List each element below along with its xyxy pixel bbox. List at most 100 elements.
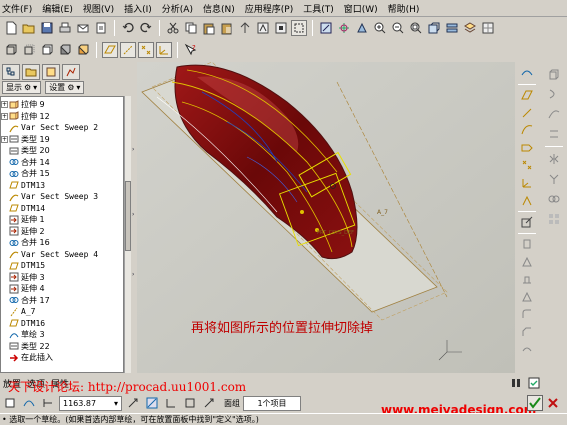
wireframe-icon[interactable] bbox=[3, 42, 19, 58]
menu-item[interactable]: 编辑(E) bbox=[38, 2, 79, 15]
solid-option-icon[interactable] bbox=[2, 395, 18, 411]
sketch-tool-icon[interactable] bbox=[518, 215, 536, 230]
depth-value-field[interactable]: 1163.87 ▾ bbox=[59, 395, 122, 411]
accept-check-icon[interactable] bbox=[527, 395, 543, 411]
tree-item[interactable]: 延伸 2 bbox=[1, 226, 123, 237]
trim-tool-icon[interactable] bbox=[518, 342, 536, 357]
shell-tool-icon[interactable] bbox=[518, 254, 536, 269]
merge-tool-icon[interactable] bbox=[545, 171, 563, 187]
flip-material-icon[interactable] bbox=[201, 395, 217, 411]
tree-item[interactable]: 合并 14 bbox=[1, 157, 123, 168]
trim-surface-icon[interactable] bbox=[182, 395, 198, 411]
tree-item[interactable]: Var Sect Sweep 2 bbox=[1, 122, 123, 133]
enhanced-shading-icon[interactable] bbox=[75, 42, 91, 58]
hidden-line-icon[interactable] bbox=[21, 42, 37, 58]
round-tool-icon[interactable] bbox=[518, 307, 536, 322]
pattern-tool-icon[interactable] bbox=[545, 211, 563, 227]
tree-item[interactable]: + 类型 19 bbox=[1, 134, 123, 145]
pause-icon[interactable] bbox=[508, 375, 524, 391]
favorites-tab[interactable] bbox=[42, 64, 60, 80]
tree-item[interactable]: 延伸 1 bbox=[1, 214, 123, 225]
tree-item[interactable]: 合并 15 bbox=[1, 168, 123, 179]
zoom-in-icon[interactable] bbox=[372, 20, 388, 36]
menu-item[interactable]: 应用程序(P) bbox=[241, 2, 299, 15]
tree-item[interactable]: + 拉伸 9 bbox=[1, 99, 123, 110]
tree-item[interactable]: 类型 20 bbox=[1, 145, 123, 156]
context-help-icon[interactable]: ? bbox=[183, 42, 199, 58]
intersect-tool-icon[interactable] bbox=[545, 191, 563, 207]
cancel-x-icon[interactable] bbox=[545, 395, 561, 411]
refit-icon[interactable] bbox=[408, 20, 424, 36]
tree-item[interactable]: 延伸 4 bbox=[1, 283, 123, 294]
menu-item[interactable]: 插入(I) bbox=[120, 2, 158, 15]
connections-tab[interactable] bbox=[62, 64, 80, 80]
regenerate-icon[interactable] bbox=[237, 20, 253, 36]
regen-manager-icon[interactable] bbox=[255, 20, 271, 36]
expand-icon[interactable]: + bbox=[1, 135, 8, 143]
tree-item[interactable]: 合并 16 bbox=[1, 237, 123, 248]
email-icon[interactable] bbox=[75, 20, 91, 36]
draft-tool-icon[interactable] bbox=[518, 290, 536, 305]
menu-item[interactable]: 分析(A) bbox=[158, 2, 199, 15]
tree-item[interactable]: DTM14 bbox=[1, 203, 123, 214]
depth-option-icon[interactable] bbox=[40, 395, 56, 411]
menu-item[interactable]: 文件(F) bbox=[0, 2, 38, 15]
menu-item[interactable]: 视图(V) bbox=[79, 2, 120, 15]
tree-item[interactable]: A_7 bbox=[1, 306, 123, 317]
extrude-tool-icon[interactable] bbox=[545, 66, 563, 82]
tree-item[interactable]: + 拉伸 12 bbox=[1, 111, 123, 122]
new-file-icon[interactable] bbox=[3, 20, 19, 36]
tree-item[interactable]: DTM15 bbox=[1, 260, 123, 271]
remove-material-icon[interactable] bbox=[144, 395, 160, 411]
no-hidden-icon[interactable] bbox=[39, 42, 55, 58]
zoom-out-icon[interactable] bbox=[390, 20, 406, 36]
tree-item[interactable]: 类型 22 bbox=[1, 341, 123, 352]
menu-item[interactable]: 信息(N) bbox=[199, 2, 241, 15]
undo-icon[interactable] bbox=[120, 20, 136, 36]
folder-browser-tab[interactable] bbox=[22, 64, 40, 80]
datum-planes-icon[interactable] bbox=[102, 42, 118, 58]
surface-option-icon[interactable] bbox=[21, 395, 37, 411]
paste-icon[interactable] bbox=[201, 20, 217, 36]
tree-item[interactable]: DTM13 bbox=[1, 180, 123, 191]
chamfer-tool-icon[interactable] bbox=[518, 325, 536, 340]
hole-tool-icon[interactable] bbox=[518, 237, 536, 252]
reorient-icon[interactable] bbox=[426, 20, 442, 36]
revolve-tool-icon[interactable] bbox=[545, 86, 563, 102]
datum-curve-tool-icon[interactable] bbox=[518, 123, 536, 138]
datum-axis-tool-icon[interactable] bbox=[518, 105, 536, 120]
spin-center-icon[interactable] bbox=[336, 20, 352, 36]
tree-item[interactable]: 草绘 3 bbox=[1, 329, 123, 340]
find-icon[interactable] bbox=[273, 20, 289, 36]
sweep-tool-icon[interactable] bbox=[545, 106, 563, 122]
shading-icon[interactable] bbox=[57, 42, 73, 58]
menu-item[interactable]: 窗口(W) bbox=[340, 2, 384, 15]
save-icon[interactable] bbox=[39, 20, 55, 36]
settings-menu[interactable]: 设置 ⚙ ▾ bbox=[45, 81, 85, 94]
select-box-icon[interactable] bbox=[291, 20, 307, 36]
datum-point-tool-icon[interactable] bbox=[518, 158, 536, 173]
open-folder-icon[interactable] bbox=[21, 20, 37, 36]
face-group-field[interactable]: 1个项目 bbox=[243, 395, 301, 411]
datum-plane-tool-icon[interactable] bbox=[518, 88, 536, 103]
cut-icon[interactable] bbox=[165, 20, 181, 36]
layers-icon[interactable] bbox=[462, 20, 478, 36]
copy-icon[interactable] bbox=[183, 20, 199, 36]
saved-views-icon[interactable] bbox=[444, 20, 460, 36]
preview-icon[interactable] bbox=[526, 375, 542, 391]
tree-item[interactable]: Var Sect Sweep 4 bbox=[1, 249, 123, 260]
tree-item[interactable]: 延伸 3 bbox=[1, 272, 123, 283]
orient-icon[interactable] bbox=[354, 20, 370, 36]
model-tree-tab[interactable] bbox=[2, 64, 20, 80]
show-menu[interactable]: 显示 ⚙ ▾ bbox=[2, 81, 42, 94]
print-icon[interactable] bbox=[57, 20, 73, 36]
graphics-window[interactable]: A_7 PRT_CSYS_DEF 再将如图所示的位置拉伸切除掉 bbox=[137, 62, 515, 373]
tree-item[interactable]: 在此插入 bbox=[1, 352, 123, 363]
csys-tool-icon[interactable] bbox=[518, 176, 536, 191]
repaint-icon[interactable] bbox=[318, 20, 334, 36]
blend-tool-icon[interactable] bbox=[545, 126, 563, 142]
datum-sketch-tool-icon[interactable] bbox=[518, 141, 536, 156]
menu-item[interactable]: 帮助(H) bbox=[384, 2, 426, 15]
menu-item[interactable]: 工具(T) bbox=[299, 2, 340, 15]
mirror-tool-icon[interactable] bbox=[545, 151, 563, 167]
